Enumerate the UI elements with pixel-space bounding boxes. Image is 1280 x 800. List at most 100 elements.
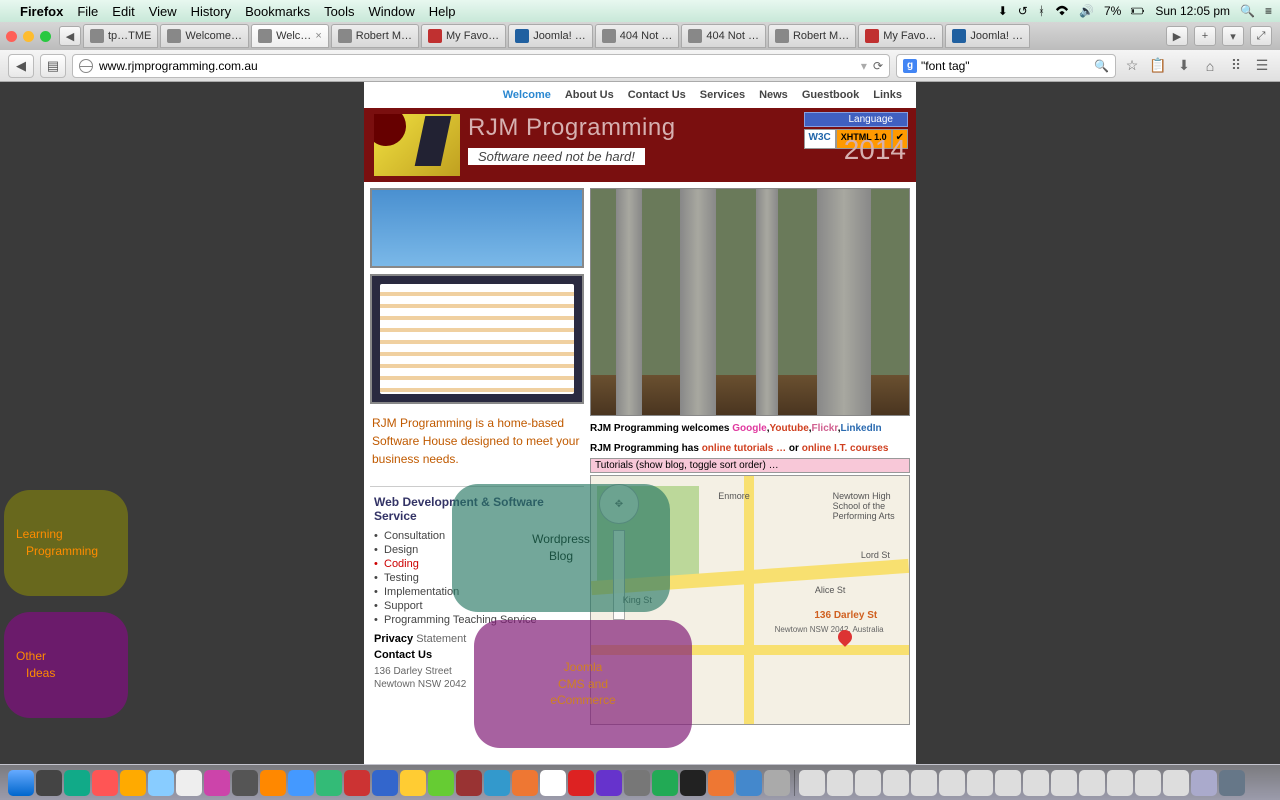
- volume-icon[interactable]: 🔊: [1079, 4, 1094, 18]
- dock-app-icon[interactable]: [484, 770, 510, 796]
- wifi-icon[interactable]: [1055, 4, 1069, 18]
- nav-welcome[interactable]: Welcome: [503, 89, 551, 101]
- overlay-wordpress-blog[interactable]: Wordpress Blog: [452, 484, 670, 612]
- menu-edit[interactable]: Edit: [112, 4, 134, 19]
- dock-app-icon[interactable]: [64, 770, 90, 796]
- clipboard-icon[interactable]: 📋: [1148, 57, 1168, 74]
- search-go-icon[interactable]: 🔍: [1094, 59, 1109, 73]
- close-window-button[interactable]: [6, 31, 17, 42]
- clock[interactable]: Sun 12:05 pm: [1155, 4, 1230, 18]
- dock-app-icon[interactable]: [400, 770, 426, 796]
- dock-app-icon[interactable]: [92, 770, 118, 796]
- menu-view[interactable]: View: [149, 4, 177, 19]
- link-linkedin[interactable]: LinkedIn: [840, 423, 881, 434]
- browser-tab[interactable]: Joomla! …: [508, 24, 593, 48]
- menu-history[interactable]: History: [191, 4, 231, 19]
- dock-window-icon[interactable]: [1079, 770, 1105, 796]
- dock-window-icon[interactable]: [1135, 770, 1161, 796]
- tabs-scroll-left[interactable]: ◀: [59, 26, 81, 46]
- nav-news[interactable]: News: [759, 89, 788, 101]
- nav-services[interactable]: Services: [700, 89, 745, 101]
- dock-window-icon[interactable]: [939, 770, 965, 796]
- sidebar-button[interactable]: ▤: [40, 54, 66, 78]
- dock-app-icon[interactable]: [148, 770, 174, 796]
- addon-icon[interactable]: ⠿: [1226, 57, 1246, 74]
- dock-app-icon[interactable]: [456, 770, 482, 796]
- link-youtube[interactable]: Youtube: [770, 423, 809, 434]
- dock-app-icon[interactable]: [596, 770, 622, 796]
- dock-opera-icon[interactable]: [568, 770, 594, 796]
- minimize-window-button[interactable]: [23, 31, 34, 42]
- thumbnail-sky[interactable]: [370, 188, 584, 268]
- dock-app-icon[interactable]: [652, 770, 678, 796]
- dock-finder-icon[interactable]: [8, 770, 34, 796]
- browser-tab[interactable]: Welc…×: [251, 24, 329, 48]
- menu-icon[interactable]: ☰: [1252, 57, 1272, 74]
- spotlight-icon[interactable]: 🔍: [1240, 4, 1255, 18]
- menu-file[interactable]: File: [77, 4, 98, 19]
- browser-tab[interactable]: My Favo…: [421, 24, 506, 48]
- dock-folder-icon[interactable]: [1191, 770, 1217, 796]
- dock-window-icon[interactable]: [911, 770, 937, 796]
- fullscreen-button[interactable]: ⤢: [1250, 26, 1272, 46]
- notifications-icon[interactable]: ≡: [1265, 4, 1272, 18]
- browser-tab[interactable]: tp…TME: [83, 24, 158, 48]
- dock-app-icon[interactable]: [428, 770, 454, 796]
- new-tab-button[interactable]: +: [1194, 26, 1216, 46]
- menu-bookmarks[interactable]: Bookmarks: [245, 4, 310, 19]
- downloads-icon[interactable]: ⬇: [1174, 57, 1194, 74]
- tabs-scroll-right[interactable]: ▶: [1166, 26, 1188, 46]
- dock-window-icon[interactable]: [1023, 770, 1049, 796]
- zoom-window-button[interactable]: [40, 31, 51, 42]
- menu-window[interactable]: Window: [369, 4, 415, 19]
- browser-tab[interactable]: Robert M…: [331, 24, 419, 48]
- menu-tools[interactable]: Tools: [324, 4, 354, 19]
- search-engine-icon[interactable]: g: [903, 59, 917, 73]
- dock-app-icon[interactable]: [708, 770, 734, 796]
- download-status-icon[interactable]: ⬇: [998, 4, 1008, 18]
- search-bar[interactable]: g "font tag" 🔍: [896, 54, 1116, 78]
- dock-app-icon[interactable]: [260, 770, 286, 796]
- battery-icon[interactable]: [1131, 4, 1145, 18]
- dock-window-icon[interactable]: [995, 770, 1021, 796]
- browser-tab[interactable]: 404 Not …: [681, 24, 766, 48]
- dock-window-icon[interactable]: [967, 770, 993, 796]
- link-tutorials[interactable]: online tutorials …: [702, 443, 786, 454]
- bookmark-star-icon[interactable]: ☆: [1122, 57, 1142, 74]
- dock-app-icon[interactable]: [204, 770, 230, 796]
- reload-button[interactable]: ⟳: [873, 59, 883, 73]
- dock-window-icon[interactable]: [799, 770, 825, 796]
- link-courses[interactable]: online I.T. courses: [802, 443, 889, 454]
- dock-app-icon[interactable]: [624, 770, 650, 796]
- menu-help[interactable]: Help: [429, 4, 456, 19]
- nav-guestbook[interactable]: Guestbook: [802, 89, 859, 101]
- dock-window-icon[interactable]: [1051, 770, 1077, 796]
- dock-window-icon[interactable]: [855, 770, 881, 796]
- timemachine-icon[interactable]: ↺: [1018, 4, 1028, 18]
- link-google[interactable]: Google: [732, 423, 766, 434]
- language-select[interactable]: Language: [804, 112, 908, 127]
- dock-app-icon[interactable]: [736, 770, 762, 796]
- site-identity-icon[interactable]: [79, 59, 93, 73]
- browser-tab[interactable]: 404 Not …: [595, 24, 680, 48]
- dock-chrome-icon[interactable]: [540, 770, 566, 796]
- app-name[interactable]: Firefox: [20, 4, 63, 19]
- nav-contact[interactable]: Contact Us: [628, 89, 686, 101]
- overlay-other-ideas[interactable]: Other Ideas: [4, 612, 128, 718]
- site-logo[interactable]: [374, 114, 460, 176]
- list-tabs-button[interactable]: ▾: [1222, 26, 1244, 46]
- browser-tab[interactable]: Robert M…: [768, 24, 856, 48]
- bluetooth-icon[interactable]: ᚼ: [1038, 4, 1045, 18]
- dock-app-icon[interactable]: [344, 770, 370, 796]
- dock-app-icon[interactable]: [316, 770, 342, 796]
- dock-app-icon[interactable]: [764, 770, 790, 796]
- link-flickr[interactable]: Flickr: [812, 423, 838, 434]
- dock-app-icon[interactable]: [120, 770, 146, 796]
- dock-window-icon[interactable]: [827, 770, 853, 796]
- dock-trash-icon[interactable]: [1219, 770, 1245, 796]
- dock-app-icon[interactable]: [176, 770, 202, 796]
- browser-tab[interactable]: Welcome…: [160, 24, 249, 48]
- dock-firefox-icon[interactable]: [512, 770, 538, 796]
- dock-window-icon[interactable]: [1163, 770, 1189, 796]
- home-icon[interactable]: ⌂: [1200, 58, 1220, 74]
